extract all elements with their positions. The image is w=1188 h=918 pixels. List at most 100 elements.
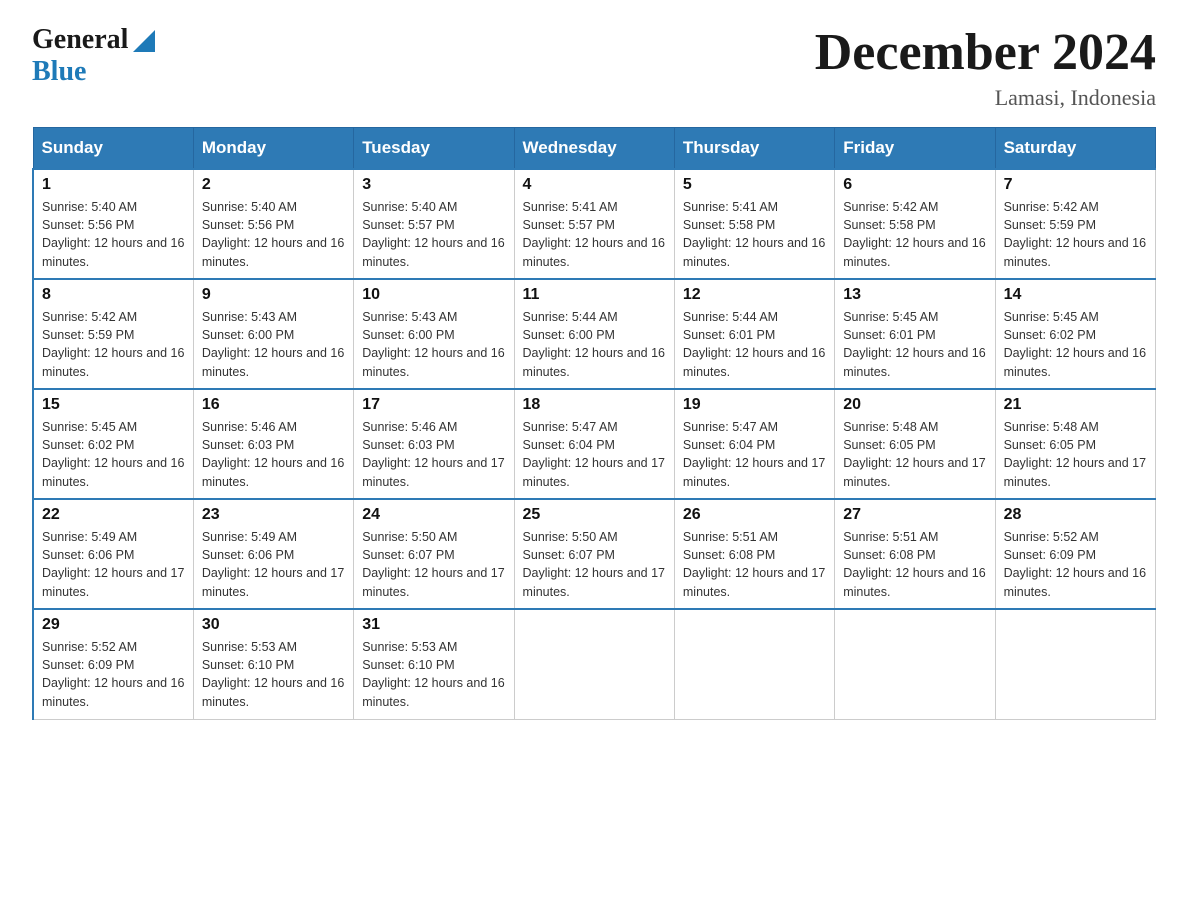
day-number: 22: [42, 506, 185, 524]
day-number: 1: [42, 176, 185, 194]
col-monday: Monday: [193, 128, 353, 170]
day-number: 4: [523, 176, 666, 194]
day-number: 29: [42, 616, 185, 634]
day-number: 31: [362, 616, 505, 634]
day-info: Sunrise: 5:49 AMSunset: 6:06 PMDaylight:…: [42, 528, 185, 601]
day-info: Sunrise: 5:45 AMSunset: 6:02 PMDaylight:…: [42, 418, 185, 491]
table-row: 20Sunrise: 5:48 AMSunset: 6:05 PMDayligh…: [835, 389, 995, 499]
day-info: Sunrise: 5:42 AMSunset: 5:59 PMDaylight:…: [42, 308, 185, 381]
table-row: 29 Sunrise: 5:52 AMSunset: 6:09 PMDayligh…: [33, 609, 193, 719]
day-info: Sunrise: 5:43 AMSunset: 6:00 PMDaylight:…: [362, 308, 505, 381]
day-info: Sunrise: 5:43 AMSunset: 6:00 PMDaylight:…: [202, 308, 345, 381]
day-info: Sunrise: 5:44 AMSunset: 6:01 PMDaylight:…: [683, 308, 826, 381]
table-row: 2 Sunrise: 5:40 AMSunset: 5:56 PMDaylight…: [193, 169, 353, 279]
table-row: 13Sunrise: 5:45 AMSunset: 6:01 PMDayligh…: [835, 279, 995, 389]
col-sunday: Sunday: [33, 128, 193, 170]
day-number: 23: [202, 506, 345, 524]
title-area: December 2024 Lamasi, Indonesia: [815, 24, 1156, 111]
col-wednesday: Wednesday: [514, 128, 674, 170]
day-number: 18: [523, 396, 666, 414]
table-row: 16 Sunrise: 5:46 AMSunset: 6:03 PMDayligh…: [193, 389, 353, 499]
calendar-week-row: 22 Sunrise: 5:49 AMSunset: 6:06 PMDayligh…: [33, 499, 1156, 609]
day-number: 19: [683, 396, 826, 414]
day-number: 24: [362, 506, 505, 524]
table-row: 4Sunrise: 5:41 AMSunset: 5:57 PMDaylight…: [514, 169, 674, 279]
col-tuesday: Tuesday: [354, 128, 514, 170]
table-row: 15 Sunrise: 5:45 AMSunset: 6:02 PMDayligh…: [33, 389, 193, 499]
day-info: Sunrise: 5:47 AMSunset: 6:04 PMDaylight:…: [523, 418, 666, 491]
table-row: 27Sunrise: 5:51 AMSunset: 6:08 PMDayligh…: [835, 499, 995, 609]
table-row: 9Sunrise: 5:43 AMSunset: 6:00 PMDaylight…: [193, 279, 353, 389]
day-info: Sunrise: 5:46 AMSunset: 6:03 PMDaylight:…: [362, 418, 505, 491]
day-info: Sunrise: 5:40 AMSunset: 5:56 PMDaylight:…: [42, 198, 185, 271]
table-row: [674, 609, 834, 719]
col-saturday: Saturday: [995, 128, 1155, 170]
logo-triangle-icon: [133, 30, 155, 52]
day-info: Sunrise: 5:45 AMSunset: 6:02 PMDaylight:…: [1004, 308, 1147, 381]
table-row: 8Sunrise: 5:42 AMSunset: 5:59 PMDaylight…: [33, 279, 193, 389]
day-number: 16: [202, 396, 345, 414]
day-info: Sunrise: 5:52 AMSunset: 6:09 PMDaylight:…: [42, 638, 185, 711]
logo-blue-text: Blue: [32, 56, 86, 88]
day-number: 5: [683, 176, 826, 194]
day-info: Sunrise: 5:47 AMSunset: 6:04 PMDaylight:…: [683, 418, 826, 491]
logo-general-text: General: [32, 24, 128, 56]
day-number: 3: [362, 176, 505, 194]
day-number: 12: [683, 286, 826, 304]
col-friday: Friday: [835, 128, 995, 170]
calendar-header-row: Sunday Monday Tuesday Wednesday Thursday…: [33, 128, 1156, 170]
col-thursday: Thursday: [674, 128, 834, 170]
day-info: Sunrise: 5:49 AMSunset: 6:06 PMDaylight:…: [202, 528, 345, 601]
table-row: 12 Sunrise: 5:44 AMSunset: 6:01 PMDayligh…: [674, 279, 834, 389]
day-number: 7: [1004, 176, 1147, 194]
table-row: [514, 609, 674, 719]
table-row: [835, 609, 995, 719]
table-row: 10 Sunrise: 5:43 AMSunset: 6:00 PMDayligh…: [354, 279, 514, 389]
day-info: Sunrise: 5:41 AMSunset: 5:58 PMDaylight:…: [683, 198, 826, 271]
location-subtitle: Lamasi, Indonesia: [815, 85, 1156, 111]
table-row: 3 Sunrise: 5:40 AMSunset: 5:57 PMDaylight…: [354, 169, 514, 279]
day-info: Sunrise: 5:40 AMSunset: 5:56 PMDaylight:…: [202, 198, 345, 271]
day-number: 11: [523, 286, 666, 304]
table-row: 19 Sunrise: 5:47 AMSunset: 6:04 PMDayligh…: [674, 389, 834, 499]
day-info: Sunrise: 5:51 AMSunset: 6:08 PMDaylight:…: [843, 528, 986, 601]
table-row: [995, 609, 1155, 719]
table-row: 26 Sunrise: 5:51 AMSunset: 6:08 PMDayligh…: [674, 499, 834, 609]
table-row: 7Sunrise: 5:42 AMSunset: 5:59 PMDaylight…: [995, 169, 1155, 279]
day-info: Sunrise: 5:42 AMSunset: 5:58 PMDaylight:…: [843, 198, 986, 271]
day-info: Sunrise: 5:48 AMSunset: 6:05 PMDaylight:…: [1004, 418, 1147, 491]
calendar-week-row: 1 Sunrise: 5:40 AMSunset: 5:56 PMDaylight…: [33, 169, 1156, 279]
day-number: 15: [42, 396, 185, 414]
calendar-week-row: 29 Sunrise: 5:52 AMSunset: 6:09 PMDayligh…: [33, 609, 1156, 719]
day-info: Sunrise: 5:50 AMSunset: 6:07 PMDaylight:…: [523, 528, 666, 601]
table-row: 1 Sunrise: 5:40 AMSunset: 5:56 PMDaylight…: [33, 169, 193, 279]
table-row: 18 Sunrise: 5:47 AMSunset: 6:04 PMDayligh…: [514, 389, 674, 499]
day-number: 30: [202, 616, 345, 634]
day-number: 17: [362, 396, 505, 414]
month-title: December 2024: [815, 24, 1156, 81]
calendar-table: Sunday Monday Tuesday Wednesday Thursday…: [32, 127, 1156, 720]
table-row: 21Sunrise: 5:48 AMSunset: 6:05 PMDayligh…: [995, 389, 1155, 499]
calendar-week-row: 8Sunrise: 5:42 AMSunset: 5:59 PMDaylight…: [33, 279, 1156, 389]
day-info: Sunrise: 5:51 AMSunset: 6:08 PMDaylight:…: [683, 528, 826, 601]
day-number: 14: [1004, 286, 1147, 304]
day-number: 10: [362, 286, 505, 304]
table-row: 17 Sunrise: 5:46 AMSunset: 6:03 PMDayligh…: [354, 389, 514, 499]
table-row: 24Sunrise: 5:50 AMSunset: 6:07 PMDayligh…: [354, 499, 514, 609]
table-row: 30 Sunrise: 5:53 AMSunset: 6:10 PMDayligh…: [193, 609, 353, 719]
day-info: Sunrise: 5:40 AMSunset: 5:57 PMDaylight:…: [362, 198, 505, 271]
table-row: 14 Sunrise: 5:45 AMSunset: 6:02 PMDayligh…: [995, 279, 1155, 389]
day-number: 26: [683, 506, 826, 524]
page-header: General Blue December 2024 Lamasi, Indon…: [32, 24, 1156, 111]
day-info: Sunrise: 5:53 AMSunset: 6:10 PMDaylight:…: [202, 638, 345, 711]
day-number: 13: [843, 286, 986, 304]
day-number: 6: [843, 176, 986, 194]
table-row: 6 Sunrise: 5:42 AMSunset: 5:58 PMDaylight…: [835, 169, 995, 279]
day-info: Sunrise: 5:53 AMSunset: 6:10 PMDaylight:…: [362, 638, 505, 711]
day-info: Sunrise: 5:46 AMSunset: 6:03 PMDaylight:…: [202, 418, 345, 491]
day-number: 20: [843, 396, 986, 414]
day-number: 2: [202, 176, 345, 194]
table-row: 31 Sunrise: 5:53 AMSunset: 6:10 PMDayligh…: [354, 609, 514, 719]
day-number: 25: [523, 506, 666, 524]
logo: General Blue: [32, 24, 155, 88]
